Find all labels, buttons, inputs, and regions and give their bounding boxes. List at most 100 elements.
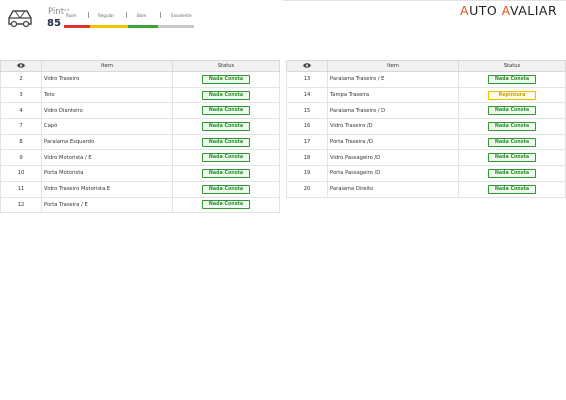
row-number: 7 <box>0 118 42 135</box>
row-item: Vidro Dianteiro <box>41 102 173 120</box>
row-status-cell: Nada Consta <box>172 102 280 120</box>
gauge-label: Regular <box>98 13 115 18</box>
col-item: Item <box>327 60 459 72</box>
row-item: Paralama Traseiro / E <box>327 71 459 88</box>
status-badge: Nada Consta <box>488 184 536 194</box>
row-item: Capô <box>41 118 173 135</box>
gauge-bar <box>64 25 194 28</box>
table-row: 20 Paralama Direito Nada Consta <box>286 180 566 198</box>
row-status-cell: Nada Consta <box>458 165 566 182</box>
row-status-cell: Nada Consta <box>172 165 280 182</box>
row-status-cell: Nada Consta <box>172 118 280 135</box>
row-item: Porta Traseira / E <box>41 196 173 214</box>
status-badge: Nada Consta <box>202 137 250 147</box>
row-status-cell: Nada Consta <box>458 133 566 151</box>
eye-icon <box>303 63 311 68</box>
status-badge: Nada Consta <box>488 137 536 147</box>
items-table-right: Item Status 13 Paralama Traseiro / E Nada … <box>286 60 566 198</box>
row-item: Vidro Traseiro /D <box>327 118 459 135</box>
status-badge: Nada Consta <box>202 90 250 100</box>
row-status-cell: Nada Consta <box>172 71 280 88</box>
row-number: 10 <box>0 165 42 182</box>
auto-avaliar-logo: AUTO AVALIAR <box>460 3 557 18</box>
row-item: Porta Passageiro /D <box>327 165 459 182</box>
status-badge: Nada Consta <box>202 153 250 163</box>
table-row: 19 Porta Passageiro /D Nada Consta <box>286 165 566 182</box>
status-badge: Nada Consta <box>202 200 250 210</box>
gauge-segment-regular <box>90 25 128 28</box>
row-number: 20 <box>286 180 328 198</box>
status-badge: Nada Consta <box>488 168 536 178</box>
status-badge: Nada Consta <box>202 168 250 178</box>
status-badge: Nada Consta <box>202 106 250 116</box>
table-row: 12 Porta Traseira / E Nada Consta <box>0 196 280 214</box>
table-row: 3 Teto Nada Consta <box>0 86 280 104</box>
status-badge: Nada Consta <box>202 184 250 194</box>
row-status-cell: Nada Consta <box>458 102 566 120</box>
row-number: 15 <box>286 102 328 120</box>
row-number: 16 <box>286 118 328 135</box>
row-item: Vidro Passageiro /D <box>327 149 459 167</box>
row-number: 2 <box>0 71 42 88</box>
row-status-cell: Nada Consta <box>172 133 280 151</box>
row-number: 12 <box>0 196 42 214</box>
row-item: Vidro Motorista / E <box>41 149 173 167</box>
gauge-labels: Ruim Regular Bom Excelente <box>64 11 194 21</box>
row-number: 18 <box>286 149 328 167</box>
row-number: 4 <box>0 102 42 120</box>
items-table-left: Item Status 2 Vidro Traseiro Nada Consta 3 T… <box>0 60 280 214</box>
table-row: 18 Vidro Passageiro /D Nada Consta <box>286 149 566 167</box>
table-row: 11 Vidro Traseiro Motorista E Nada Consta <box>0 180 280 198</box>
row-status-cell: Nada Consta <box>172 180 280 198</box>
gauge-label: Bom <box>137 13 147 18</box>
row-number: 13 <box>286 71 328 88</box>
row-item: Paralama Direito <box>327 180 459 198</box>
col-status: Status <box>458 60 566 72</box>
row-item: Paralama Traseiro / D <box>327 102 459 120</box>
status-badge: Nada Consta <box>488 74 536 84</box>
row-number: 17 <box>286 133 328 151</box>
table-row: 15 Paralama Traseiro / D Nada Consta <box>286 102 566 120</box>
row-status-cell: Nada Consta <box>172 149 280 167</box>
row-number: 14 <box>286 86 328 104</box>
logo-part2: VALIAR <box>509 3 558 18</box>
logo-part2-accent: A <box>501 3 510 18</box>
status-badge: Nada Consta <box>488 153 536 163</box>
row-item: Tampa Traseira <box>327 86 459 104</box>
table-row: 17 Porta Traseira /D Nada Consta <box>286 133 566 151</box>
status-badge: Repintura <box>488 90 536 100</box>
table-row: 13 Paralama Traseiro / E Nada Consta <box>286 71 566 88</box>
status-badge: Nada Consta <box>488 106 536 116</box>
col-item: Item <box>41 60 173 72</box>
row-number: 8 <box>0 133 42 151</box>
logo-a-accent: A <box>460 3 470 18</box>
row-status-cell: Nada Consta <box>458 149 566 167</box>
row-item: Porta Traseira /D <box>327 133 459 151</box>
row-item: Porta Motorista <box>41 165 173 182</box>
table-row: 4 Vidro Dianteiro Nada Consta <box>0 102 280 120</box>
row-item: Paralama Esquerdo <box>41 133 173 151</box>
condition-gauge: Ruim Regular Bom Excelente <box>64 11 194 31</box>
row-status-cell: Nada Consta <box>172 86 280 104</box>
row-status-cell: Repintura <box>458 86 566 104</box>
car-inspection-icon <box>8 10 32 28</box>
row-number: 3 <box>0 86 42 104</box>
col-status: Status <box>172 60 280 72</box>
header-divider <box>283 0 566 1</box>
col-eye <box>0 60 42 72</box>
row-status-cell: Nada Consta <box>458 118 566 135</box>
eye-icon <box>17 63 25 68</box>
row-item: Vidro Traseiro Motorista E <box>41 180 173 198</box>
row-status-cell: Nada Consta <box>458 180 566 198</box>
table-row: 8 Paralama Esquerdo Nada Consta <box>0 133 280 151</box>
row-number: 9 <box>0 149 42 167</box>
col-eye <box>286 60 328 72</box>
table-row: 9 Vidro Motorista / E Nada Consta <box>0 149 280 167</box>
gauge-segment-bad <box>64 25 90 28</box>
table-row: 16 Vidro Traseiro /D Nada Consta <box>286 118 566 135</box>
logo-part1: UTO <box>469 3 498 18</box>
status-badge: Nada Consta <box>202 74 250 84</box>
row-status-cell: Nada Consta <box>458 71 566 88</box>
row-status-cell: Nada Consta <box>172 196 280 214</box>
table-row: 2 Vidro Traseiro Nada Consta <box>0 71 280 88</box>
